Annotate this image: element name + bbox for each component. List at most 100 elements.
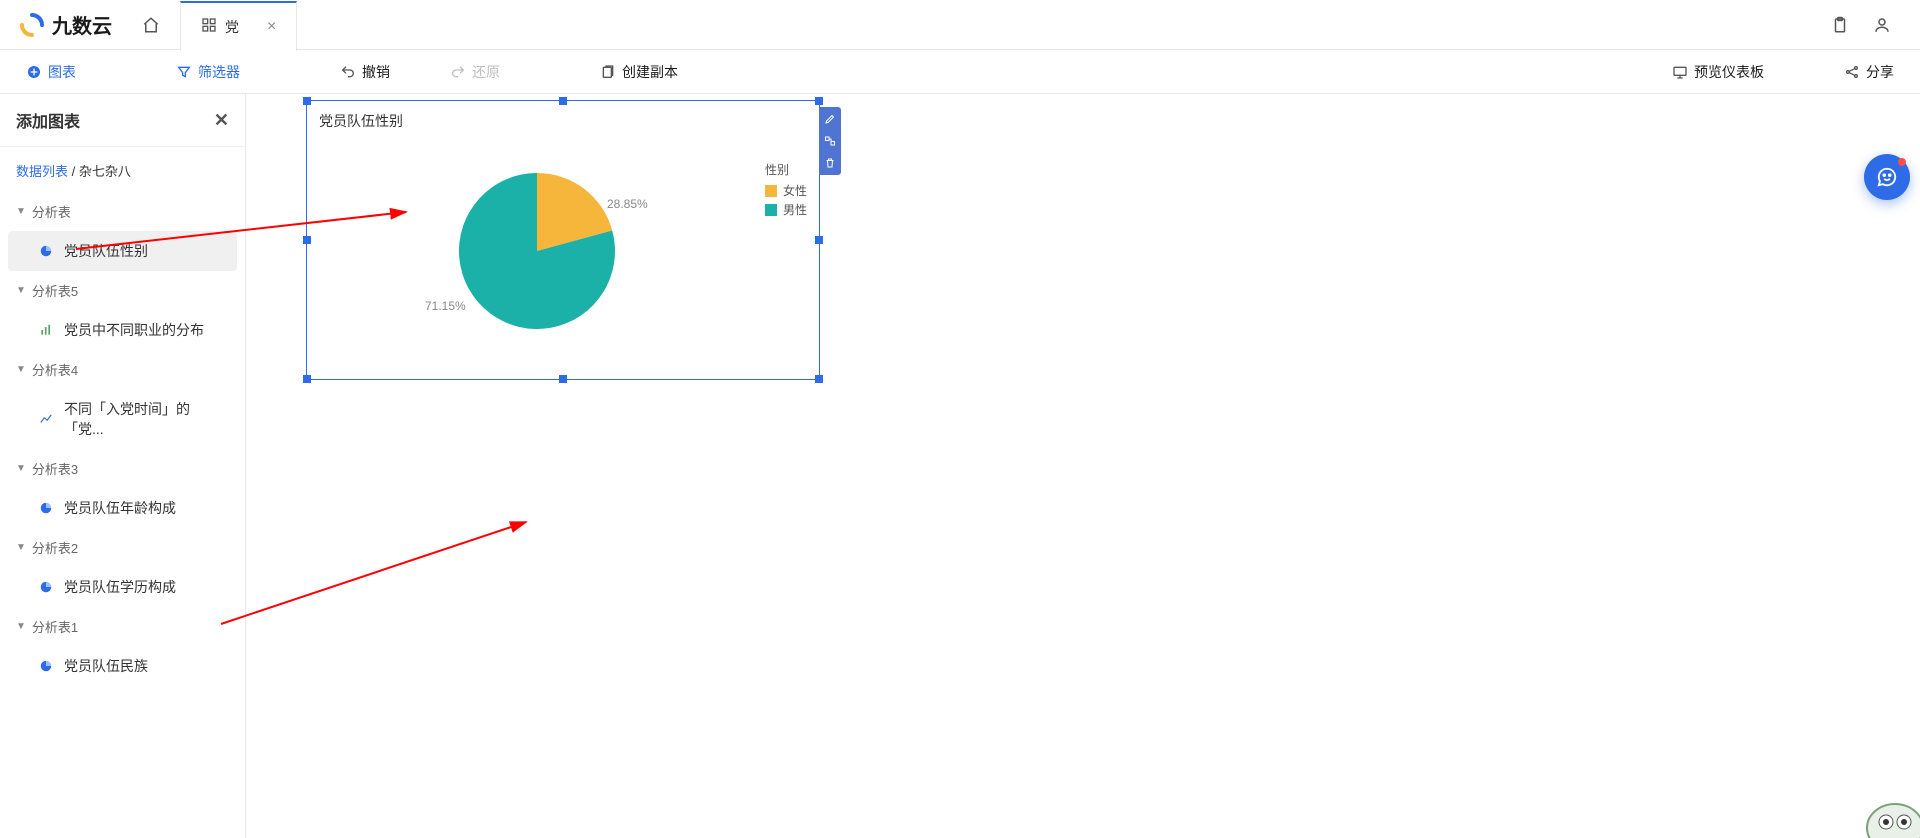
filter-button[interactable]: 筛选器: [166, 58, 250, 86]
main-area: 添加图表 ✕ 数据列表 / 杂七杂八 ▼分析表党员队伍性别▼分析表5党员中不同职…: [0, 94, 1920, 838]
resize-handle[interactable]: [815, 97, 823, 105]
preview-label: 预览仪表板: [1694, 62, 1764, 82]
duplicate-button[interactable]: 创建副本: [590, 58, 688, 86]
share-label: 分享: [1866, 62, 1894, 82]
chevron-down-icon: ▼: [16, 364, 26, 375]
pie-chart-icon: [38, 658, 54, 674]
sidebar-chart-item[interactable]: 党员队伍学历构成: [8, 567, 237, 607]
duplicate-label: 创建副本: [622, 62, 678, 82]
sidebar-item-label: 党员队伍民族: [64, 656, 148, 676]
group-label: 分析表1: [32, 617, 78, 636]
brand-logo-icon: [20, 13, 44, 37]
redo-button[interactable]: 还原: [440, 58, 510, 86]
chevron-down-icon: ▼: [16, 542, 26, 553]
app-bar: 九数云 党 ×: [0, 0, 1920, 50]
group-label: 分析表4: [32, 360, 78, 379]
preview-button[interactable]: 预览仪表板: [1662, 58, 1774, 86]
group-label: 分析表5: [32, 281, 78, 300]
redo-label: 还原: [472, 62, 500, 82]
swatch-icon: [765, 204, 777, 216]
tab-label: 党: [225, 17, 239, 37]
resize-handle[interactable]: [303, 97, 311, 105]
add-chart-button[interactable]: 图表: [16, 58, 86, 86]
close-icon[interactable]: ✕: [214, 110, 229, 131]
swatch-icon: [765, 185, 777, 197]
sidebar-item-label: 党员队伍年龄构成: [64, 498, 176, 518]
pie-chart-icon: [38, 579, 54, 595]
breadcrumb-link[interactable]: 数据列表: [16, 164, 68, 179]
chevron-down-icon: ▼: [16, 285, 26, 296]
breadcrumb: 数据列表 / 杂七杂八: [0, 147, 245, 194]
legend-item: 男性: [765, 201, 807, 218]
sidebar-group-header[interactable]: ▼ 分析表4: [0, 352, 245, 387]
sidebar-chart-item[interactable]: 党员中不同职业的分布: [8, 310, 237, 350]
add-chart-label: 图表: [48, 62, 76, 82]
brand: 九数云: [20, 10, 112, 39]
sidebar-group-header[interactable]: ▼ 分析表: [0, 194, 245, 229]
mascot-icon: [1850, 778, 1920, 838]
share-button[interactable]: 分享: [1834, 58, 1904, 86]
sidebar-item-label: 党员队伍学历构成: [64, 577, 176, 597]
legend-label: 男性: [783, 201, 807, 218]
undo-button[interactable]: 撤销: [330, 58, 400, 86]
dashboard-icon: [201, 17, 217, 36]
resize-handle[interactable]: [559, 375, 567, 383]
undo-label: 撤销: [362, 62, 390, 82]
resize-handle[interactable]: [815, 375, 823, 383]
sidebar: 添加图表 ✕ 数据列表 / 杂七杂八 ▼ 分析表党员队伍性别 ▼ 分析表5 党员中不同职…: [0, 94, 246, 838]
sidebar-item-label: 党员中不同职业的分布: [64, 320, 204, 340]
chevron-down-icon: ▼: [16, 206, 26, 217]
annotation-arrow: [216, 514, 546, 634]
chart-title: 党员队伍性别: [319, 111, 403, 131]
group-label: 分析表3: [32, 459, 78, 478]
pct-label-female: 28.85%: [607, 197, 648, 211]
tab-active[interactable]: 党 ×: [180, 1, 297, 51]
sidebar-group-header[interactable]: ▼ 分析表5: [0, 273, 245, 308]
legend-label: 女性: [783, 182, 807, 199]
chevron-down-icon: ▼: [16, 621, 26, 632]
pie-chart: [457, 171, 617, 331]
resize-handle[interactable]: [303, 236, 311, 244]
toolbar: 图表 筛选器 撤销 还原 创建副本 预览仪表板 分享: [0, 50, 1920, 94]
sidebar-group-header[interactable]: ▼ 分析表3: [0, 451, 245, 486]
notification-dot-icon: [1898, 158, 1906, 166]
canvas[interactable]: 党员队伍性别 28.85% 71.15% 性别 女性 男性: [246, 94, 1920, 838]
filter-label: 筛选器: [198, 62, 240, 82]
line-chart-icon: [38, 411, 54, 427]
brand-name: 九数云: [52, 10, 112, 39]
resize-handle[interactable]: [303, 375, 311, 383]
user-button[interactable]: [1864, 7, 1900, 43]
sidebar-item-label: 不同「入党时间」的「党...: [64, 399, 221, 439]
sidebar-title: 添加图表: [16, 108, 80, 132]
link-icon[interactable]: [822, 133, 838, 149]
breadcrumb-rest: / 杂七杂八: [68, 164, 131, 179]
legend: 性别 女性 男性: [765, 161, 807, 220]
clipboard-button[interactable]: [1822, 7, 1858, 43]
sidebar-item-label: 党员队伍性别: [64, 241, 148, 261]
resize-handle[interactable]: [815, 236, 823, 244]
chevron-down-icon: ▼: [16, 463, 26, 474]
group-label: 分析表2: [32, 538, 78, 557]
group-label: 分析表: [32, 202, 71, 221]
sidebar-group-header[interactable]: ▼ 分析表1: [0, 609, 245, 644]
pie-chart-icon: [38, 500, 54, 516]
pct-label-male: 71.15%: [425, 299, 466, 313]
sidebar-chart-item[interactable]: 党员队伍性别: [8, 231, 237, 271]
legend-item: 女性: [765, 182, 807, 199]
sidebar-header: 添加图表 ✕: [0, 94, 245, 147]
chart-card[interactable]: 党员队伍性别 28.85% 71.15% 性别 女性 男性: [306, 100, 820, 380]
sidebar-chart-item[interactable]: 党员队伍民族: [8, 646, 237, 686]
pie-chart-icon: [38, 243, 54, 259]
sidebar-chart-item[interactable]: 不同「入党时间」的「党...: [8, 389, 237, 449]
home-button[interactable]: [132, 6, 170, 44]
sidebar-group-header[interactable]: ▼ 分析表2: [0, 530, 245, 565]
chart-side-tools: [819, 107, 841, 175]
legend-title: 性别: [765, 161, 807, 178]
sidebar-chart-item[interactable]: 党员队伍年龄构成: [8, 488, 237, 528]
chat-fab[interactable]: [1864, 154, 1910, 200]
delete-icon[interactable]: [822, 155, 838, 171]
bar-chart-icon: [38, 322, 54, 338]
resize-handle[interactable]: [559, 97, 567, 105]
edit-icon[interactable]: [822, 111, 838, 127]
tab-close-icon[interactable]: ×: [267, 18, 276, 36]
